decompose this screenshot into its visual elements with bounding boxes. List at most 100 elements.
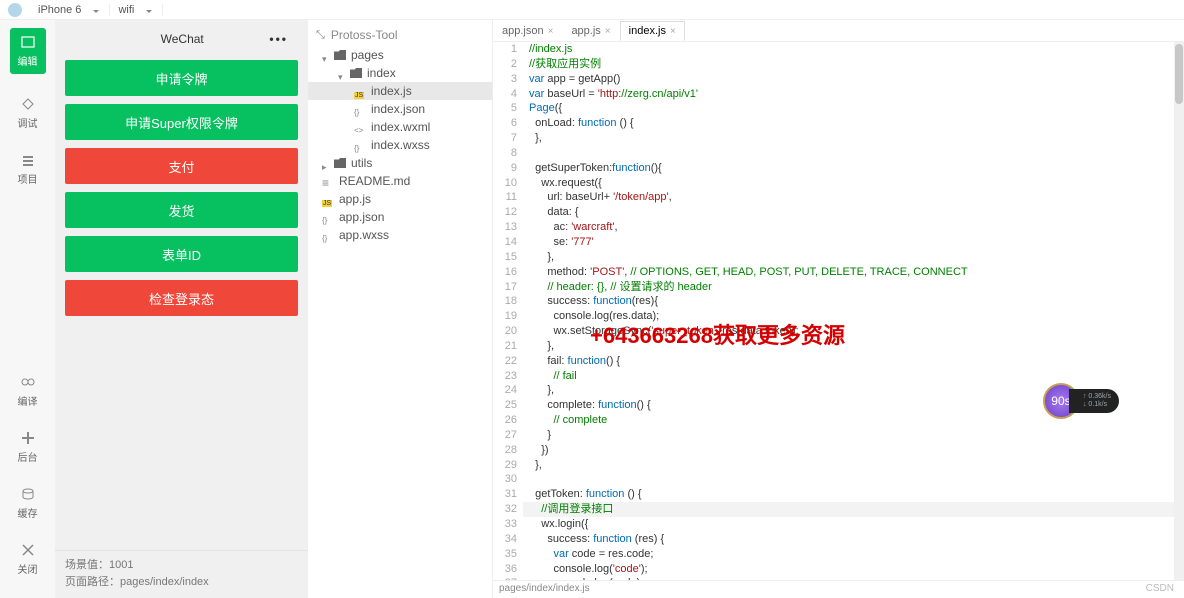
nav-compile[interactable]: 编译 [18, 374, 38, 408]
file-icon [354, 122, 366, 132]
nav-backend-label: 后台 [18, 453, 38, 464]
code-line[interactable]: //index.js [529, 42, 1184, 57]
nav-project[interactable]: 项目 [18, 152, 38, 186]
code-line[interactable]: data: { [529, 205, 1184, 220]
code-line[interactable]: wx.request({ [529, 176, 1184, 191]
avatar-dot [8, 3, 22, 17]
nav-cache-label: 缓存 [18, 509, 38, 520]
tree-folder[interactable]: index [308, 64, 492, 82]
code-line[interactable]: wx.login({ [529, 517, 1184, 532]
sim-more-icon[interactable]: ••• [269, 32, 288, 46]
network-select[interactable]: wifi [110, 4, 163, 16]
folder-icon [334, 50, 346, 60]
corner-watermark: CSDN [1146, 583, 1174, 594]
sim-button[interactable]: 发货 [65, 192, 298, 228]
code-line[interactable]: }, [529, 458, 1184, 473]
floating-badge[interactable]: 90s ↑ 0.36k/s ↓ 0.1k/s [1043, 383, 1119, 419]
tree-file[interactable]: index.wxml [308, 118, 492, 136]
code-line[interactable]: console.log(res.data); [529, 309, 1184, 324]
project-icon [20, 152, 36, 168]
file-icon [322, 212, 334, 222]
tab-close-icon[interactable]: × [605, 26, 611, 37]
tree-folder[interactable]: pages [308, 46, 492, 64]
tree-file[interactable]: app.wxss [308, 226, 492, 244]
code-line[interactable]: }, [529, 131, 1184, 146]
code-line[interactable]: success: function(res){ [529, 294, 1184, 309]
editor-tab[interactable]: app.json× [493, 21, 562, 41]
code-line[interactable]: getSuperToken:function(){ [529, 161, 1184, 176]
nav-edit[interactable]: 编辑 [10, 28, 46, 74]
code-line[interactable]: }, [529, 250, 1184, 265]
nav-backend[interactable]: 后台 [18, 430, 38, 464]
tab-label: app.js [571, 25, 600, 37]
tree-folder[interactable]: utils [308, 154, 492, 172]
code-line[interactable]: var app = getApp() [529, 72, 1184, 87]
nav-compile-label: 编译 [18, 397, 38, 408]
nav-debug-label: 调试 [18, 119, 38, 130]
code-line[interactable]: }, [529, 339, 1184, 354]
nav-close[interactable]: 关闭 [18, 542, 38, 576]
tree-file[interactable]: index.wxss [308, 136, 492, 154]
editor-tabs: app.json× app.js × index.js × [493, 20, 1184, 42]
nav-cache[interactable]: 缓存 [18, 486, 38, 520]
folder-icon [350, 68, 362, 78]
code-line[interactable]: // header: {}, // 设置请求的 header [529, 280, 1184, 295]
sim-button[interactable]: 申请Super权限令牌 [65, 104, 298, 140]
tab-label: index.js [629, 25, 666, 37]
code-line[interactable]: fail: function() { [529, 354, 1184, 369]
code-line[interactable]: onLoad: function () { [529, 116, 1184, 131]
file-icon [322, 194, 334, 204]
code-line[interactable]: var baseUrl = 'http://zerg.cn/api/v1' [529, 87, 1184, 102]
sim-button[interactable]: 支付 [65, 148, 298, 184]
code-line[interactable]: wx.setStorageSync('super_token', res.dat… [529, 324, 1184, 339]
project-name[interactable]: Protoss-Tool [308, 24, 492, 46]
tree-file[interactable]: app.json [308, 208, 492, 226]
code-line[interactable]: var code = res.code; [529, 547, 1184, 562]
simulator-panel: WeChat ••• 申请令牌申请Super权限令牌支付发货表单ID检查登录态 … [55, 20, 308, 598]
code-line[interactable]: //获取应用实例 [529, 57, 1184, 72]
code-line[interactable]: Page({ [529, 101, 1184, 116]
badge-up: ↑ 0.36k/s [1083, 393, 1111, 401]
file-icon [354, 86, 366, 96]
close-icon [20, 542, 36, 558]
nav-debug[interactable]: 调试 [18, 96, 38, 130]
file-icon [354, 140, 366, 150]
sim-button[interactable]: 检查登录态 [65, 280, 298, 316]
editor-tab[interactable]: index.js × [620, 21, 685, 41]
scene-label: 场景值： [65, 559, 109, 571]
code-line[interactable]: getToken: function () { [529, 487, 1184, 502]
tree-file[interactable]: README.md [308, 172, 492, 190]
code-line[interactable]: console.log('code'); [529, 562, 1184, 577]
code-line[interactable]: url: baseUrl+ '/token/app', [529, 190, 1184, 205]
code-area[interactable]: 1234567891011121314151617181920212223242… [493, 42, 1184, 580]
tab-close-icon[interactable]: × [670, 26, 676, 37]
code-lines[interactable]: //index.js//获取应用实例var app = getApp()var … [523, 42, 1184, 580]
code-line[interactable]: success: function (res) { [529, 532, 1184, 547]
compile-icon [20, 374, 36, 390]
device-select[interactable]: iPhone 6 [30, 4, 110, 16]
editor-tab[interactable]: app.js × [562, 21, 619, 41]
code-line[interactable]: console.log(code); [529, 576, 1184, 580]
tree-file[interactable]: app.js [308, 190, 492, 208]
edit-icon [20, 34, 36, 50]
tree-label: index.js [371, 84, 412, 98]
sim-button[interactable]: 表单ID [65, 236, 298, 272]
code-line[interactable]: }) [529, 443, 1184, 458]
code-line[interactable]: ac: 'warcraft', [529, 220, 1184, 235]
code-line[interactable]: // fail [529, 369, 1184, 384]
code-line[interactable]: method: 'POST', // OPTIONS, GET, HEAD, P… [529, 265, 1184, 280]
path-label: 页面路径： [65, 576, 120, 588]
code-line[interactable]: //调用登录接口 [529, 502, 1184, 517]
tab-close-icon[interactable]: × [548, 26, 554, 37]
file-icon [322, 176, 334, 186]
tree-label: index.json [371, 102, 425, 116]
code-line[interactable]: se: '777' [529, 235, 1184, 250]
sim-button[interactable]: 申请令牌 [65, 60, 298, 96]
nav-edit-label: 编辑 [18, 57, 38, 68]
line-gutter: 1234567891011121314151617181920212223242… [493, 42, 523, 580]
tree-file[interactable]: index.json [308, 100, 492, 118]
tree-file[interactable]: index.js [308, 82, 492, 100]
code-line[interactable] [529, 146, 1184, 161]
code-line[interactable] [529, 472, 1184, 487]
code-line[interactable]: } [529, 428, 1184, 443]
